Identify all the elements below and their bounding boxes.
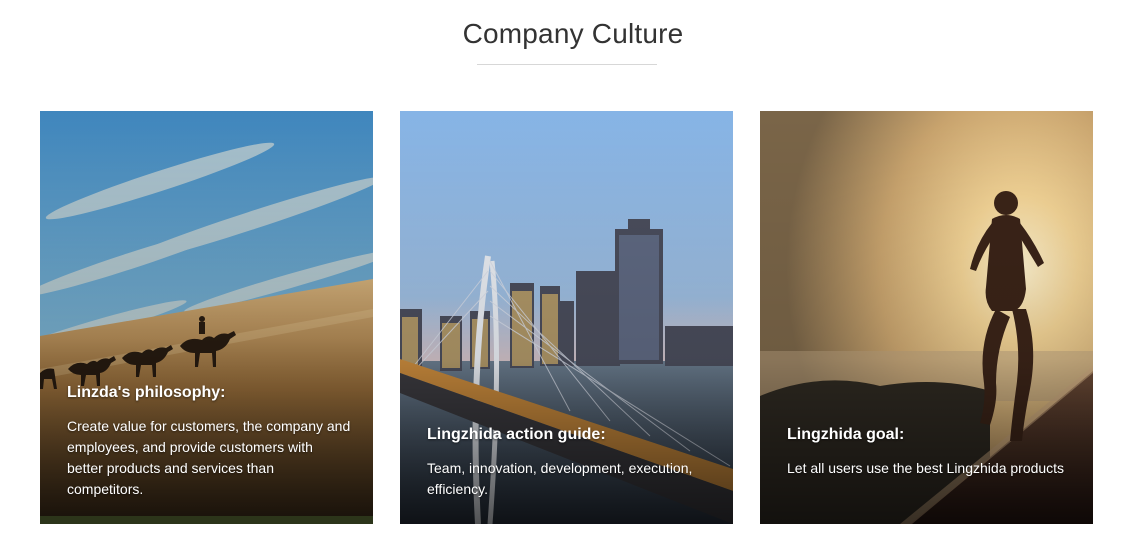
culture-card-philosophy[interactable]: Linzda's philosophy: Create value for cu… <box>40 111 373 524</box>
card-heading: Lingzhida action guide: <box>427 426 606 443</box>
card-text: Lingzhida action guide: Team, innovation… <box>427 425 711 500</box>
card-heading: Linzda's philosophy: <box>67 384 226 401</box>
section-title: Company Culture <box>462 18 684 49</box>
card-text: Lingzhida goal: Let all users use the be… <box>787 425 1071 479</box>
title-underline <box>477 64 657 65</box>
card-description: Let all users use the best Lingzhida pro… <box>787 460 1065 476</box>
card-description: Team, innovation, development, execution… <box>427 460 693 497</box>
card-text: Linzda's philosophy: Create value for cu… <box>67 383 351 500</box>
card-heading: Lingzhida goal: <box>787 426 905 443</box>
culture-card-goal[interactable]: Lingzhida goal: Let all users use the be… <box>760 111 1093 524</box>
culture-card-action-guide[interactable]: Lingzhida action guide: Team, innovation… <box>400 111 733 524</box>
card-description: Create value for customers, the company … <box>67 418 351 497</box>
